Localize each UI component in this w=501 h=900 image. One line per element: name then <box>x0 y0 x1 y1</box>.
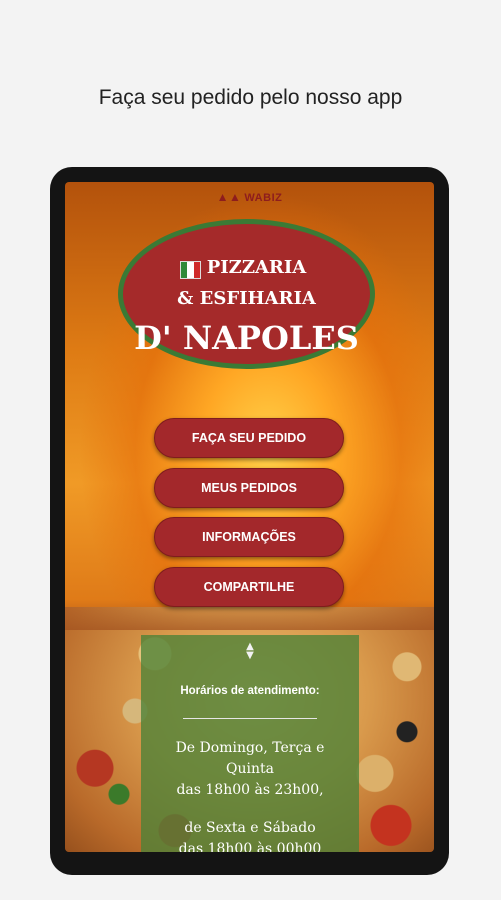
place-order-button[interactable]: FAÇA SEU PEDIDO <box>154 418 344 458</box>
my-orders-button[interactable]: MEUS PEDIDOS <box>154 468 344 508</box>
app-screen: ▲▲ WABIZ PIZZARIA & ESFIHARIA D' NAPOLES … <box>65 182 434 852</box>
wabiz-brand-text: WABIZ <box>244 192 283 204</box>
wabiz-logo-icon: ▲▲ <box>216 190 242 204</box>
hours-block-weekend: de Sexta e Sábado das 18h00 às 00h00 <box>141 818 359 852</box>
share-button[interactable]: COMPARTILHE <box>154 567 344 607</box>
hours-text: de Sexta e Sábado <box>184 820 316 836</box>
logo-line-esfiharia: & ESFIHARIA <box>177 288 316 309</box>
expand-collapse-icon[interactable]: ▲ ▼ <box>141 642 359 661</box>
hours-text: das 18h00 às 00h00 <box>178 841 322 852</box>
hours-title: Horários de atendimento: <box>180 685 320 697</box>
information-button[interactable]: INFORMAÇÕES <box>154 517 344 557</box>
promo-caption: Faça seu pedido pelo nosso app <box>98 86 403 109</box>
hours-divider <box>183 718 317 719</box>
restaurant-logo: PIZZARIA & ESFIHARIA D' NAPOLES <box>118 219 375 369</box>
wabiz-brand: ▲▲ WABIZ <box>65 190 434 204</box>
hours-text: Quinta <box>226 761 274 777</box>
hours-block-weekdays: De Domingo, Terça e Quinta das 18h00 às … <box>141 738 359 801</box>
logo-line-pizzaria: PIZZARIA <box>206 257 307 278</box>
opening-hours-panel[interactable]: ▲ ▼ Horários de atendimento: De Domingo, … <box>141 635 359 852</box>
logo-line-restaurant-name: D' NAPOLES <box>134 319 359 357</box>
tablet-frame: ▲▲ WABIZ PIZZARIA & ESFIHARIA D' NAPOLES … <box>50 167 449 875</box>
hours-text: das 18h00 às 23h00, <box>176 782 324 798</box>
hours-text: De Domingo, Terça e <box>175 740 325 756</box>
